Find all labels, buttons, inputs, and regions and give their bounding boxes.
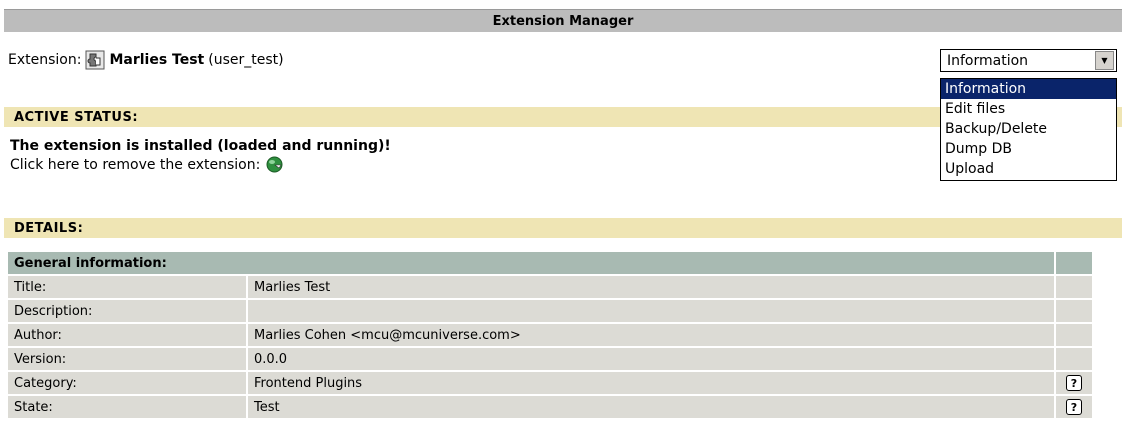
extension-puzzle-icon [85,50,105,70]
menu-option-edit-files[interactable]: Edit files [941,99,1116,119]
row-label: State: [8,396,246,418]
row-help-cell: ? [1056,372,1092,394]
extension-key: (user_test) [208,52,284,68]
row-help-cell [1056,276,1092,298]
row-value: Frontend Plugins [248,372,1054,394]
remove-extension-text: Click here to remove the extension: [10,156,261,173]
menu-option-information[interactable]: Information [941,79,1116,99]
extension-line: Extension: Marlies Test (user_test) [8,50,284,70]
table-row: Description: [8,300,1094,322]
row-value: Marlies Test [248,276,1054,298]
row-value: 0.0.0 [248,348,1054,370]
general-information-row: General information: [8,252,1094,274]
table-row: Author: Marlies Cohen <mcu@mcuniverse.co… [8,324,1094,346]
row-label: Author: [8,324,246,346]
row-label: Version: [8,348,246,370]
extension-label: Extension: [8,52,82,68]
row-help-cell [1056,324,1092,346]
details-heading: DETAILS: [4,218,1122,238]
menu-option-backup-delete[interactable]: Backup/Delete [941,119,1116,139]
help-icon[interactable]: ? [1066,375,1082,391]
extension-name: Marlies Test [109,52,205,68]
general-information-spacer [1056,252,1092,274]
chevron-down-icon[interactable]: ▼ [1095,51,1114,70]
menu-option-upload[interactable]: Upload [941,159,1116,179]
general-information-heading: General information: [8,252,1054,274]
menu-option-dump-db[interactable]: Dump DB [941,139,1116,159]
row-label: Category: [8,372,246,394]
function-menu-value: Information [947,52,1029,69]
row-label: Title: [8,276,246,298]
page-title: Extension Manager [4,9,1122,32]
help-icon[interactable]: ? [1066,399,1082,415]
status-message: The extension is installed (loaded and r… [10,138,391,154]
row-help-cell [1056,300,1092,322]
remove-extension-line: Click here to remove the extension: [10,156,283,173]
row-value: Marlies Cohen <mcu@mcuniverse.com> [248,324,1054,346]
remove-extension-icon[interactable] [266,156,283,173]
row-value: Test [248,396,1054,418]
table-row: Category: Frontend Plugins ? [8,372,1094,394]
row-value [248,300,1054,322]
row-label: Description: [8,300,246,322]
table-row: Title: Marlies Test [8,276,1094,298]
row-help-cell [1056,348,1092,370]
function-menu-select[interactable]: Information ▼ [940,49,1117,72]
function-menu-dropdown: Information Edit files Backup/Delete Dum… [940,78,1117,181]
row-help-cell: ? [1056,396,1092,418]
details-table: General information: Title: Marlies Test… [8,252,1094,420]
table-row: State: Test ? [8,396,1094,418]
table-row: Version: 0.0.0 [8,348,1094,370]
